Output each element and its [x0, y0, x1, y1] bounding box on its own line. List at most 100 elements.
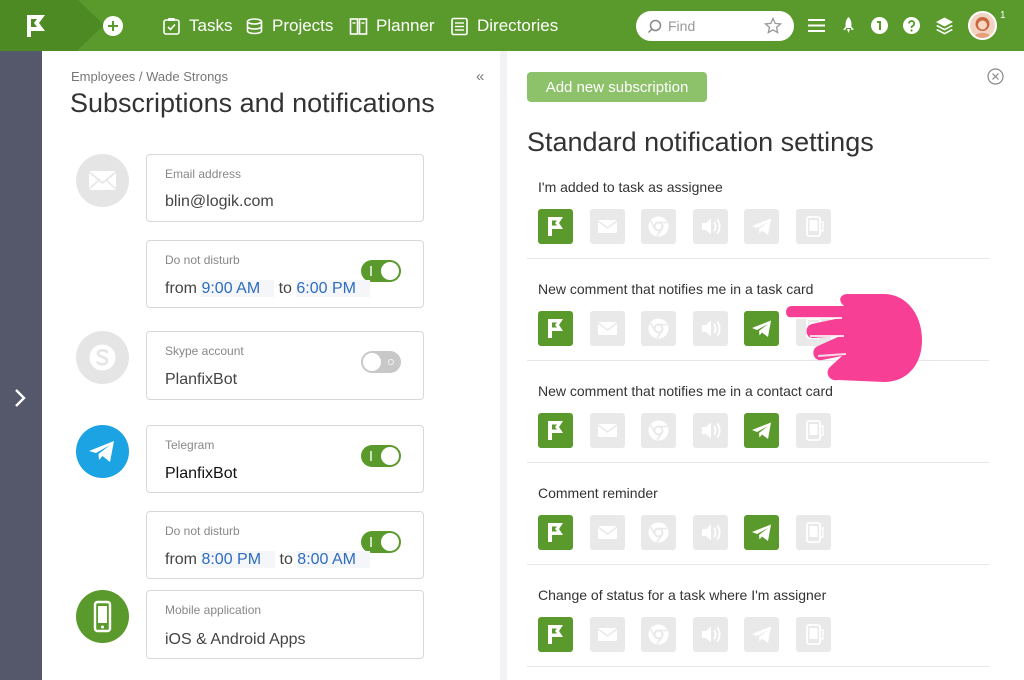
email-dnd-label: Do not disturb: [165, 253, 240, 267]
notification-label: I'm added to task as assignee: [538, 179, 723, 195]
telegram-channel-circle: [76, 425, 129, 478]
channel-sound-toggle-sound-icon[interactable]: [692, 617, 728, 652]
email-dnd-toggle[interactable]: [361, 260, 401, 282]
telegram-label: Telegram: [165, 438, 215, 452]
email-dnd-from-time[interactable]: 9:00 AM: [201, 280, 275, 297]
telegram-card[interactable]: Telegram PlanfixBot: [146, 425, 424, 493]
telegram-toggle[interactable]: [361, 445, 401, 467]
subscriptions-panel: Employees / Wade Strongs Subscriptions a…: [42, 51, 500, 680]
channel-planfix-toggle-planfix-icon[interactable]: [538, 413, 573, 448]
channel-sound-toggle-sound-icon[interactable]: [692, 311, 728, 346]
help-icon[interactable]: [902, 16, 921, 35]
avatar-image-icon: [974, 17, 991, 38]
nav-projects-label: Projects: [272, 16, 334, 35]
expand-arrow-icon[interactable]: [13, 387, 27, 409]
planner-icon: [349, 17, 368, 35]
telegram-dnd-to-label: to: [279, 551, 293, 568]
channel-planfix-toggle-planfix-icon[interactable]: [538, 515, 573, 550]
channel-planfix-toggle-planfix-icon[interactable]: [538, 209, 573, 244]
mobile-phone-icon: [93, 600, 112, 633]
notification-channels: [538, 209, 847, 244]
channel-browser-toggle-browser-icon[interactable]: [641, 311, 676, 346]
mobile-application-label: Mobile application: [165, 603, 262, 617]
notification-divider: [527, 258, 989, 259]
user-avatar[interactable]: [968, 11, 997, 40]
envelope-icon: [88, 171, 117, 190]
top-bar: Tasks Projects Planner Directories Find …: [0, 0, 1024, 51]
telegram-dnd-from-label: from: [165, 551, 197, 568]
mobile-channel-circle: [76, 590, 129, 643]
notification-channels: [538, 413, 847, 448]
channel-planfix-toggle-planfix-icon[interactable]: [538, 311, 573, 346]
star-icon[interactable]: [764, 17, 782, 35]
channel-browser-toggle-browser-icon[interactable]: [641, 515, 676, 550]
nav-planner[interactable]: Planner: [349, 15, 435, 37]
email-address-card[interactable]: Email address blin@logik.com: [146, 154, 424, 222]
notification-divider: [527, 564, 989, 565]
notification-divider: [527, 666, 989, 667]
channel-email-toggle-email-icon[interactable]: [589, 515, 625, 550]
skype-toggle[interactable]: [361, 351, 401, 373]
nav-planner-label: Planner: [376, 16, 435, 35]
telegram-do-not-disturb-card[interactable]: Do not disturb from 8:00 PM to 8:00 AM: [146, 511, 424, 579]
channel-planfix-toggle-planfix-icon[interactable]: [538, 617, 573, 652]
skype-icon: [89, 344, 116, 371]
channel-mobile-toggle-mobile-icon[interactable]: [795, 617, 831, 652]
close-icon[interactable]: [987, 68, 1004, 85]
notification-row: Comment reminder: [538, 481, 989, 583]
email-dnd-to-time[interactable]: 6:00 PM: [296, 280, 370, 297]
telegram-dnd-from-time[interactable]: 8:00 PM: [201, 551, 276, 568]
skype-channel-circle: [76, 331, 129, 384]
search-box[interactable]: [636, 11, 794, 41]
search-input[interactable]: [668, 17, 764, 35]
channel-email-toggle-email-icon[interactable]: [589, 413, 625, 448]
breadcrumb[interactable]: Employees / Wade Strongs: [71, 69, 228, 84]
skype-account-value[interactable]: PlanfixBot: [165, 371, 237, 389]
channel-browser-toggle-browser-icon[interactable]: [641, 209, 676, 244]
page-title: Subscriptions and notifications: [70, 88, 435, 118]
menu-icon[interactable]: [807, 16, 826, 35]
planfix-logo[interactable]: [0, 0, 78, 51]
rocket-icon[interactable]: [840, 16, 857, 35]
email-dnd-range: from 9:00 AM to 6:00 PM: [165, 280, 370, 298]
layers-icon[interactable]: [935, 16, 954, 35]
skype-account-card[interactable]: Skype account PlanfixBot: [146, 331, 424, 400]
nav-directories[interactable]: Directories: [450, 15, 558, 37]
add-new-button[interactable]: [103, 16, 123, 36]
email-address-value[interactable]: blin@logik.com: [165, 193, 274, 211]
search-icon: [647, 19, 662, 34]
channel-email-toggle-email-icon[interactable]: [589, 617, 625, 652]
channel-telegram-toggle-telegram-icon[interactable]: [744, 209, 779, 244]
channel-telegram-toggle-telegram-icon[interactable]: [744, 617, 779, 652]
telegram-icon: [89, 441, 114, 462]
telegram-dnd-toggle[interactable]: [361, 531, 401, 553]
channel-browser-toggle-browser-icon[interactable]: [641, 413, 676, 448]
news-icon[interactable]: [870, 16, 889, 35]
channel-sound-toggle-sound-icon[interactable]: [692, 209, 728, 244]
channel-email-toggle-email-icon[interactable]: [589, 209, 625, 244]
projects-icon: [246, 17, 263, 34]
channel-sound-toggle-sound-icon[interactable]: [692, 515, 728, 550]
tasks-icon: [163, 17, 180, 35]
channel-telegram-toggle-telegram-icon[interactable]: [744, 413, 779, 448]
mobile-application-value[interactable]: iOS & Android Apps: [165, 631, 306, 649]
channel-mobile-toggle-mobile-icon[interactable]: [795, 209, 831, 244]
channel-mobile-toggle-mobile-icon[interactable]: [795, 515, 831, 550]
skype-account-label: Skype account: [165, 344, 244, 358]
telegram-dnd-to-time[interactable]: 8:00 AM: [297, 551, 370, 568]
notification-divider: [527, 462, 989, 463]
email-do-not-disturb-card[interactable]: Do not disturb from 9:00 AM to 6:00 PM: [146, 240, 424, 308]
nav-tasks[interactable]: Tasks: [162, 15, 232, 37]
mobile-application-card[interactable]: Mobile application iOS & Android Apps: [146, 590, 424, 659]
channel-mobile-toggle-mobile-icon[interactable]: [795, 413, 831, 448]
notification-channels: [538, 617, 847, 652]
add-new-subscription-button[interactable]: Add new subscription: [527, 72, 707, 102]
channel-sound-toggle-sound-icon[interactable]: [692, 413, 728, 448]
nav-projects[interactable]: Projects: [245, 15, 333, 37]
channel-telegram-toggle-telegram-icon[interactable]: [744, 515, 779, 550]
telegram-value[interactable]: PlanfixBot: [165, 465, 237, 483]
channel-browser-toggle-browser-icon[interactable]: [641, 617, 676, 652]
collapse-panel-icon[interactable]: «: [476, 68, 484, 85]
channel-telegram-toggle-telegram-icon[interactable]: [744, 311, 779, 346]
channel-email-toggle-email-icon[interactable]: [589, 311, 625, 346]
